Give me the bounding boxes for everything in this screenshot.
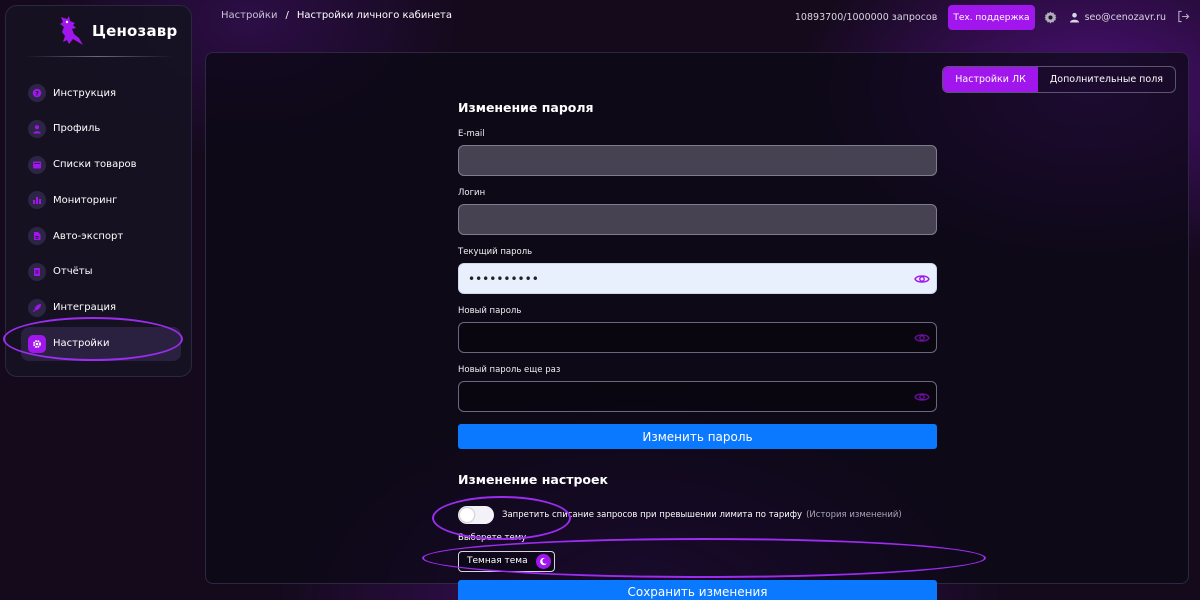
breadcrumb-separator: / bbox=[285, 10, 289, 21]
sidebar: Ценозавр ? Инструкция Профиль Списки тов… bbox=[5, 5, 192, 377]
dinosaur-logo-icon bbox=[60, 16, 83, 45]
email-label: E-mail bbox=[458, 129, 485, 139]
tech-support-button[interactable]: Тех. поддержка bbox=[948, 5, 1035, 30]
sidebar-item-monitoring[interactable]: Мониторинг bbox=[21, 183, 181, 217]
repeat-password-label: Новый пароль еще раз bbox=[458, 365, 561, 375]
change-password-button[interactable]: Изменить пароль bbox=[458, 424, 937, 449]
moon-icon bbox=[535, 553, 551, 569]
current-password-wrapper bbox=[458, 263, 937, 294]
sidebar-divider bbox=[24, 56, 173, 57]
sidebar-item-settings[interactable]: Настройки bbox=[21, 326, 181, 361]
rocket-icon bbox=[28, 298, 46, 317]
list-icon bbox=[28, 155, 46, 174]
breadcrumb-current: Настройки личного кабинета bbox=[296, 10, 452, 21]
sidebar-nav: ? Инструкция Профиль Списки товаров Мони… bbox=[21, 76, 181, 362]
sidebar-item-label: Инструкция bbox=[53, 87, 116, 99]
sidebar-item-profile[interactable]: Профиль bbox=[21, 112, 181, 146]
svg-text:?: ? bbox=[35, 89, 39, 97]
repeat-password-wrapper bbox=[458, 381, 937, 412]
export-icon bbox=[28, 227, 46, 246]
logout-icon bbox=[1178, 10, 1190, 22]
sidebar-item-label: Мониторинг bbox=[53, 194, 118, 206]
user-icon bbox=[1069, 12, 1079, 23]
user-menu[interactable]: seo@cenozavr.ru bbox=[1069, 12, 1166, 23]
brand-name: Ценозавр bbox=[92, 22, 178, 40]
login-field[interactable] bbox=[459, 205, 936, 234]
logout-button[interactable] bbox=[1177, 10, 1190, 26]
request-quota: 10893700/1000000 запросов bbox=[794, 12, 938, 23]
new-password-wrapper bbox=[458, 322, 937, 353]
password-section-title: Изменение пароля bbox=[458, 100, 594, 115]
new-password-label: Новый пароль bbox=[458, 306, 522, 316]
show-new-password-eye-icon[interactable] bbox=[914, 330, 930, 346]
sidebar-item-reports[interactable]: Отчёты bbox=[21, 255, 181, 289]
sidebar-item-label: Интеграция bbox=[53, 302, 117, 314]
current-password-field[interactable] bbox=[459, 264, 936, 293]
login-field-wrapper bbox=[458, 204, 937, 235]
breadcrumb-root-link[interactable]: Настройки bbox=[221, 10, 277, 21]
account-settings-form: Изменение пароля E-mail Логин Текущий па… bbox=[458, 100, 937, 600]
report-icon bbox=[28, 262, 46, 281]
limit-block-toggle[interactable] bbox=[458, 506, 494, 524]
sidebar-item-product-lists[interactable]: Списки товаров bbox=[21, 148, 181, 182]
tab-additional-fields[interactable]: Дополнительные поля bbox=[1038, 67, 1175, 92]
question-icon: ? bbox=[28, 84, 46, 102]
limit-toggle-row: Запретить списание запросов при превышен… bbox=[458, 506, 937, 524]
sidebar-item-label: Отчёты bbox=[53, 266, 93, 278]
email-field-wrapper bbox=[458, 145, 937, 176]
user-icon bbox=[28, 119, 46, 138]
sidebar-item-label: Списки товаров bbox=[53, 159, 137, 171]
show-repeat-password-eye-icon[interactable] bbox=[914, 389, 930, 405]
new-password-field[interactable] bbox=[459, 323, 936, 352]
theme-select[interactable]: Темная тема bbox=[458, 550, 555, 572]
theme-label: Выберете тему bbox=[458, 533, 527, 543]
breadcrumb: Настройки / Настройки личного кабинета bbox=[221, 10, 452, 21]
settings-tabs: Настройки ЛК Дополнительные поля bbox=[942, 66, 1176, 93]
sidebar-item-label: Авто-экспорт bbox=[53, 230, 124, 242]
settings-gear-icon[interactable] bbox=[1044, 11, 1057, 24]
sidebar-item-label: Профиль bbox=[53, 123, 101, 135]
brand-logo[interactable]: Ценозавр bbox=[54, 14, 177, 48]
show-password-eye-icon[interactable] bbox=[914, 271, 930, 287]
save-changes-button[interactable]: Сохранить изменения bbox=[458, 579, 937, 600]
login-label: Логин bbox=[458, 188, 486, 198]
user-email: seo@cenozavr.ru bbox=[1084, 12, 1166, 23]
gear-icon bbox=[28, 334, 46, 353]
sidebar-item-integration[interactable]: Интеграция bbox=[21, 291, 181, 325]
tab-account-settings[interactable]: Настройки ЛК bbox=[943, 67, 1038, 92]
topbar: 10893700/1000000 запросов Тех. поддержка… bbox=[795, 5, 1190, 30]
chart-icon bbox=[28, 191, 46, 210]
theme-value: Темная тема bbox=[467, 556, 528, 566]
settings-panel: Настройки ЛК Дополнительные поля Изменен… bbox=[205, 52, 1189, 600]
sidebar-item-instructions[interactable]: ? Инструкция bbox=[21, 76, 181, 110]
history-link[interactable]: (История изменений) bbox=[806, 510, 902, 520]
settings-section-title: Изменение настроек bbox=[458, 472, 608, 487]
current-password-label: Текущий пароль bbox=[458, 247, 533, 257]
sidebar-item-label: Настройки bbox=[53, 338, 110, 350]
sidebar-item-auto-export[interactable]: Авто-экспорт bbox=[21, 219, 181, 253]
email-field[interactable] bbox=[459, 146, 936, 175]
repeat-password-field[interactable] bbox=[459, 382, 936, 411]
limit-toggle-label: Запретить списание запросов при превышен… bbox=[502, 510, 803, 520]
